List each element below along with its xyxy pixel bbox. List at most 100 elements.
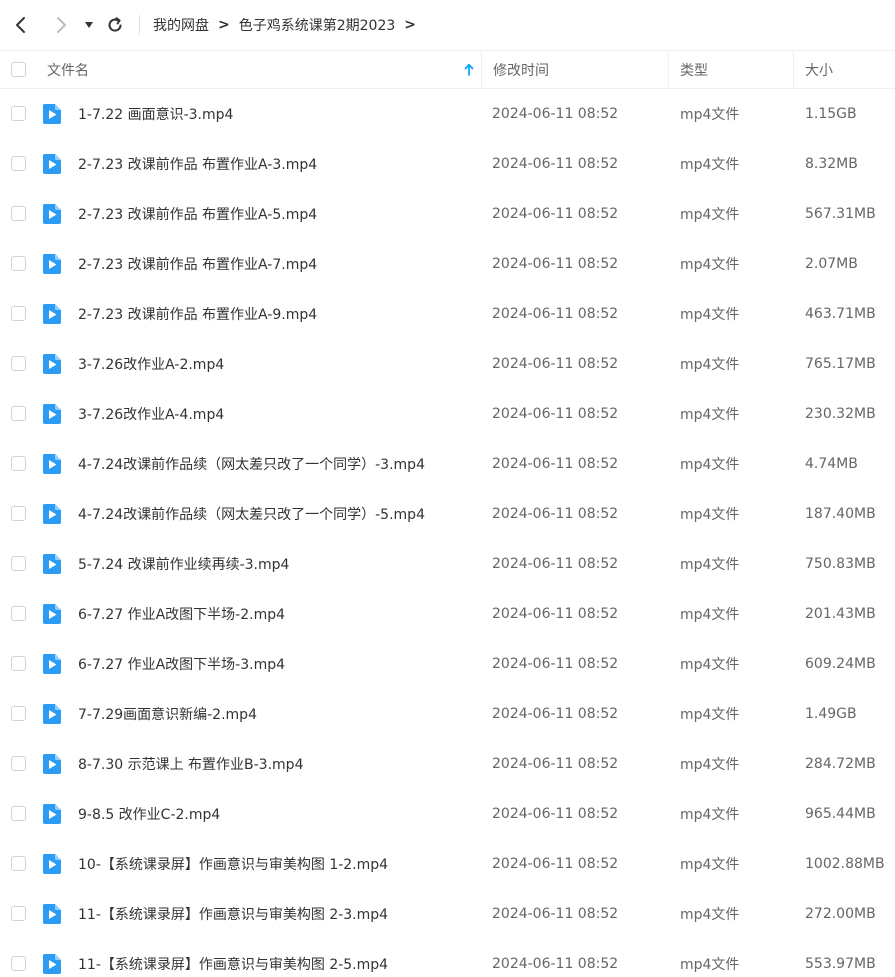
file-name[interactable]: 1-7.22 画面意识-3.mp4 [78,89,233,139]
file-row[interactable]: 2-7.23 改课前作品 布置作业A-7.mp4 2024-06-11 08:5… [0,239,895,289]
file-size: 1002.88MB [805,856,885,872]
file-row[interactable]: 2-7.23 改课前作品 布置作业A-5.mp4 2024-06-11 08:5… [0,189,895,239]
row-checkbox[interactable] [11,756,26,771]
file-name[interactable]: 2-7.23 改课前作品 布置作业A-7.mp4 [78,239,317,289]
file-modified-time: 2024-06-11 08:52 [492,506,619,522]
sort-ascending-icon[interactable] [464,63,474,76]
back-button[interactable] [8,10,34,40]
file-name[interactable]: 2-7.23 改课前作品 布置作业A-3.mp4 [78,139,317,189]
file-type: mp4文件 [680,557,740,573]
file-name[interactable]: 11-【系统课录屏】作画意识与审美构图 2-5.mp4 [78,939,388,977]
file-name[interactable]: 2-7.23 改课前作品 布置作业A-5.mp4 [78,189,317,239]
file-name[interactable]: 7-7.29画面意识新编-2.mp4 [78,689,257,739]
row-checkbox[interactable] [11,256,26,271]
row-checkbox[interactable] [11,456,26,471]
file-row[interactable]: 9-8.5 改作业C-2.mp4 2024-06-11 08:52 mp4文件 … [0,789,895,839]
file-size: 463.71MB [805,306,876,322]
file-name[interactable]: 10-【系统课录屏】作画意识与审美构图 1-2.mp4 [78,839,388,889]
file-row[interactable]: 4-7.24改课前作品续（网太差只改了一个同学）-3.mp4 2024-06-1… [0,439,895,489]
file-row[interactable]: 7-7.29画面意识新编-2.mp4 2024-06-11 08:52 mp4文… [0,689,895,739]
file-type: mp4文件 [680,457,740,473]
file-size: 230.32MB [805,406,876,422]
file-row[interactable]: 11-【系统课录屏】作画意识与审美构图 2-5.mp4 2024-06-11 0… [0,939,895,977]
video-file-icon [42,404,61,424]
file-size: 965.44MB [805,806,876,822]
row-checkbox[interactable] [11,606,26,621]
file-row[interactable]: 4-7.24改课前作品续（网太差只改了一个同学）-5.mp4 2024-06-1… [0,489,895,539]
row-checkbox[interactable] [11,406,26,421]
file-size: 272.00MB [805,906,876,922]
select-all-checkbox[interactable] [11,62,26,77]
file-modified-time: 2024-06-11 08:52 [492,156,619,172]
nav-divider [139,15,140,35]
file-row[interactable]: 3-7.26改作业A-4.mp4 2024-06-11 08:52 mp4文件 … [0,389,895,439]
file-modified-time: 2024-06-11 08:52 [492,706,619,722]
file-list: 1-7.22 画面意识-3.mp4 2024-06-11 08:52 mp4文件… [0,89,895,977]
file-size: 1.49GB [805,706,857,722]
file-name[interactable]: 9-8.5 改作业C-2.mp4 [78,789,220,839]
row-checkbox[interactable] [11,906,26,921]
video-file-icon [42,154,61,174]
file-row[interactable]: 5-7.24 改课前作业续再续-3.mp4 2024-06-11 08:52 m… [0,539,895,589]
file-name[interactable]: 8-7.30 示范课上 布置作业B-3.mp4 [78,739,303,789]
video-file-icon [42,704,61,724]
file-name[interactable]: 4-7.24改课前作品续（网太差只改了一个同学）-5.mp4 [78,489,425,539]
row-checkbox[interactable] [11,156,26,171]
column-header-size-label: 大小 [805,62,833,79]
column-header-name[interactable]: 文件名 [47,51,480,88]
column-header-time-label: 修改时间 [493,62,549,79]
column-header-time[interactable]: 修改时间 [493,51,663,88]
refresh-button[interactable] [102,10,128,40]
file-name[interactable]: 6-7.27 作业A改图下半场-3.mp4 [78,639,285,689]
video-file-icon [42,804,61,824]
row-checkbox[interactable] [11,306,26,321]
file-row[interactable]: 8-7.30 示范课上 布置作业B-3.mp4 2024-06-11 08:52… [0,739,895,789]
file-name[interactable]: 11-【系统课录屏】作画意识与审美构图 2-3.mp4 [78,889,388,939]
history-dropdown-button[interactable] [80,10,98,40]
file-row[interactable]: 6-7.27 作业A改图下半场-3.mp4 2024-06-11 08:52 m… [0,639,895,689]
column-header-size[interactable]: 大小 [805,51,890,88]
file-row[interactable]: 2-7.23 改课前作品 布置作业A-9.mp4 2024-06-11 08:5… [0,289,895,339]
file-type: mp4文件 [680,407,740,423]
row-checkbox[interactable] [11,856,26,871]
column-divider[interactable] [668,51,669,88]
file-size: 201.43MB [805,606,876,622]
row-checkbox[interactable] [11,656,26,671]
file-row[interactable]: 3-7.26改作业A-2.mp4 2024-06-11 08:52 mp4文件 … [0,339,895,389]
file-size: 765.17MB [805,356,876,372]
file-name[interactable]: 3-7.26改作业A-2.mp4 [78,339,224,389]
file-row[interactable]: 10-【系统课录屏】作画意识与审美构图 1-2.mp4 2024-06-11 0… [0,839,895,889]
file-name[interactable]: 6-7.27 作业A改图下半场-2.mp4 [78,589,285,639]
file-name[interactable]: 2-7.23 改课前作品 布置作业A-9.mp4 [78,289,317,339]
forward-button[interactable] [48,10,74,40]
file-row[interactable]: 11-【系统课录屏】作画意识与审美构图 2-3.mp4 2024-06-11 0… [0,889,895,939]
file-modified-time: 2024-06-11 08:52 [492,456,619,472]
video-file-icon [42,854,61,874]
video-file-icon [42,554,61,574]
file-row[interactable]: 2-7.23 改课前作品 布置作业A-3.mp4 2024-06-11 08:5… [0,139,895,189]
row-checkbox[interactable] [11,106,26,121]
row-checkbox[interactable] [11,206,26,221]
row-checkbox[interactable] [11,806,26,821]
file-size: 187.40MB [805,506,876,522]
file-size: 750.83MB [805,556,876,572]
column-header-type[interactable]: 类型 [680,51,790,88]
file-row[interactable]: 1-7.22 画面意识-3.mp4 2024-06-11 08:52 mp4文件… [0,89,895,139]
navigation-bar: 我的网盘 > 色子鸡系统课第2期2023 > [0,0,895,50]
column-divider[interactable] [481,51,482,88]
row-checkbox[interactable] [11,706,26,721]
breadcrumb-item-current[interactable]: 色子鸡系统课第2期2023 [239,15,396,35]
row-checkbox[interactable] [11,956,26,971]
video-file-icon [42,454,61,474]
row-checkbox[interactable] [11,556,26,571]
column-divider[interactable] [793,51,794,88]
breadcrumb-item-root[interactable]: 我的网盘 [153,15,209,35]
file-modified-time: 2024-06-11 08:52 [492,756,619,772]
file-name[interactable]: 4-7.24改课前作品续（网太差只改了一个同学）-3.mp4 [78,439,425,489]
breadcrumb-separator[interactable]: > [404,17,416,33]
file-name[interactable]: 5-7.24 改课前作业续再续-3.mp4 [78,539,289,589]
file-name[interactable]: 3-7.26改作业A-4.mp4 [78,389,224,439]
row-checkbox[interactable] [11,356,26,371]
row-checkbox[interactable] [11,506,26,521]
file-row[interactable]: 6-7.27 作业A改图下半场-2.mp4 2024-06-11 08:52 m… [0,589,895,639]
